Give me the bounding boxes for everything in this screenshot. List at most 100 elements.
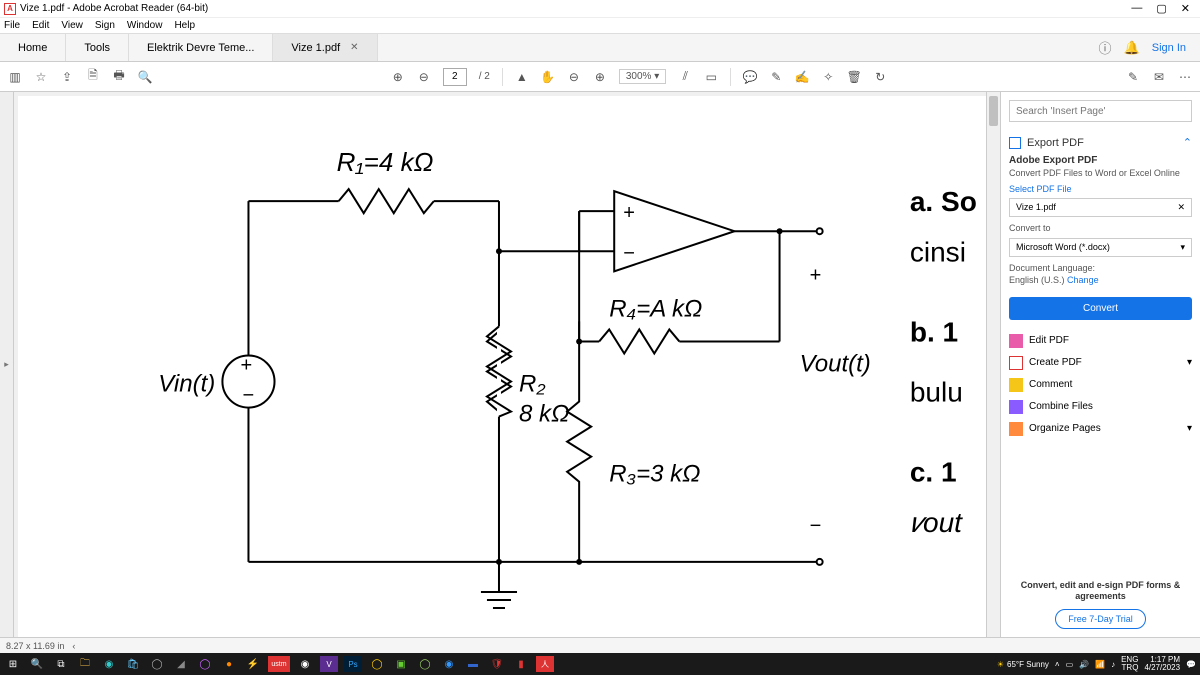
menu-window[interactable]: Window — [127, 20, 163, 31]
sound-icon[interactable]: 🔊 — [1079, 660, 1089, 669]
collapse-panel-icon[interactable]: ▸ — [1000, 362, 1001, 386]
page-down-icon[interactable]: ⊖ — [417, 70, 431, 84]
app-icon-6[interactable]: ◯ — [368, 656, 386, 672]
steam-icon[interactable]: ◢ — [172, 656, 190, 672]
tool-combine[interactable]: Combine Files — [1009, 396, 1192, 418]
comment-icon[interactable]: 💬 — [743, 70, 757, 84]
tool-edit-pdf[interactable]: Edit PDF — [1009, 330, 1192, 352]
menu-view[interactable]: View — [61, 20, 83, 31]
tray-chevron-icon[interactable]: ˄ — [1055, 660, 1060, 669]
format-select[interactable]: Microsoft Word (*.docx)▾ — [1009, 238, 1192, 257]
document-area[interactable]: Vin(t) R₁=4 kΩ R₂ 8 kΩ R₃=3 kΩ R₄=A kΩ V… — [14, 92, 1000, 637]
weather-widget[interactable]: ☀65°F Sunny — [997, 660, 1049, 669]
taskbar-search-icon[interactable]: 🔍 — [28, 656, 46, 672]
app-icon-9[interactable]: ◉ — [440, 656, 458, 672]
sign-in-link[interactable]: Sign In — [1152, 42, 1186, 54]
tool-organize[interactable]: Organize Pages▾ — [1009, 418, 1192, 440]
close-tab-icon[interactable]: ✕ — [350, 42, 358, 53]
cloud-up-icon[interactable]: ⇪ — [60, 70, 74, 84]
tab-tools[interactable]: Tools — [66, 34, 129, 61]
acrobat-taskbar-icon[interactable]: 人 — [536, 656, 554, 672]
clear-file-icon[interactable]: ✕ — [1177, 202, 1185, 213]
stamp-icon[interactable]: ✧ — [821, 70, 835, 84]
chrome-icon[interactable]: ◉ — [296, 656, 314, 672]
menu-edit[interactable]: Edit — [32, 20, 49, 31]
selected-file[interactable]: Vize 1.pdf ✕ — [1009, 198, 1192, 217]
menu-sign[interactable]: Sign — [95, 20, 115, 31]
ps-icon[interactable]: Ps — [344, 656, 362, 672]
clock[interactable]: 1:17 PM4/27/2023 — [1144, 656, 1180, 672]
highlight-icon[interactable]: ✎ — [769, 70, 783, 84]
tool-comment[interactable]: Comment — [1009, 374, 1192, 396]
zoom-level[interactable]: 300% ▾ — [619, 69, 666, 84]
minimize-button[interactable]: — — [1131, 2, 1142, 15]
explorer-icon[interactable]: 🗀 — [76, 656, 94, 672]
left-gutter[interactable]: ▸ — [0, 92, 14, 637]
more-icon[interactable]: ⋯ — [1178, 70, 1192, 84]
bell-icon[interactable]: 🔔 — [1124, 40, 1140, 56]
tab-home[interactable]: Home — [0, 34, 66, 61]
help-icon[interactable]: ⓘ — [1099, 38, 1112, 57]
language-indicator[interactable]: ENGTRQ — [1121, 656, 1138, 672]
vs-icon[interactable]: V — [320, 656, 338, 672]
fit-page-icon[interactable]: ▭ — [704, 70, 718, 84]
edge-icon[interactable]: ◉ — [100, 656, 118, 672]
search-icon[interactable]: 🔍 — [138, 70, 152, 84]
app-icon-10[interactable]: ▬ — [464, 656, 482, 672]
select-file-link[interactable]: Select PDF File — [1009, 184, 1192, 194]
app-icon-5[interactable]: ustm — [268, 656, 290, 672]
app-icon-3[interactable]: ● — [220, 656, 238, 672]
change-lang-link[interactable]: Change — [1067, 275, 1099, 285]
app-icon-4[interactable]: ⚡ — [244, 656, 262, 672]
hand-icon[interactable]: ✋ — [541, 70, 555, 84]
menu-file[interactable]: File — [4, 20, 20, 31]
tools-search-input[interactable] — [1009, 100, 1192, 122]
vertical-scrollbar[interactable] — [986, 92, 1000, 637]
rotate-icon[interactable]: ↻ — [873, 70, 887, 84]
menu-help[interactable]: Help — [174, 20, 195, 31]
right-tools-panel: ▸ Export PDF ⌃ Adobe Export PDF Convert … — [1000, 92, 1200, 637]
export-pdf-header[interactable]: Export PDF ⌃ — [1009, 136, 1192, 149]
star-icon[interactable]: ☆ — [34, 70, 48, 84]
start-button[interactable]: ⊞ — [4, 656, 22, 672]
maximize-button[interactable]: ▢ — [1156, 2, 1166, 15]
print-icon[interactable]: 🖶 — [112, 70, 126, 84]
convert-to-label: Convert to — [1009, 223, 1192, 235]
convert-button[interactable]: Convert — [1009, 297, 1192, 320]
page-number-input[interactable] — [443, 68, 467, 86]
create-icon — [1009, 356, 1023, 370]
tab-doc2[interactable]: Vize 1.pdf✕ — [273, 34, 377, 61]
app-icon-7[interactable]: ▣ — [392, 656, 410, 672]
task-view-icon[interactable]: ⧉ — [52, 656, 70, 672]
store-icon[interactable]: 🛍 — [124, 656, 142, 672]
page-up-icon[interactable]: ⊕ — [391, 70, 405, 84]
close-button[interactable]: ✕ — [1181, 2, 1190, 15]
battery-icon[interactable]: ▭ — [1066, 660, 1074, 669]
tab-home-label: Home — [18, 42, 47, 54]
status-chevron-icon[interactable]: ‹ — [72, 641, 75, 651]
save-icon[interactable]: 🗎 — [86, 70, 100, 84]
edit-icon — [1009, 334, 1023, 348]
app-icon-8[interactable]: ◯ — [416, 656, 434, 672]
label-r2a: R₂ — [519, 371, 546, 398]
tray-icon[interactable]: ♪ — [1111, 660, 1115, 669]
app-icon-12[interactable]: ▮ — [512, 656, 530, 672]
app-icon-1[interactable]: ◯ — [148, 656, 166, 672]
tool-create-pdf[interactable]: Create PDF▾ — [1009, 352, 1192, 374]
wifi-icon[interactable]: 📶 — [1095, 660, 1105, 669]
app-icon-2[interactable]: ◯ — [196, 656, 214, 672]
title-bar: A Vize 1.pdf - Adobe Acrobat Reader (64-… — [0, 0, 1200, 18]
app-icon-11[interactable]: 🛡 — [488, 656, 506, 672]
delete-icon[interactable]: 🗑 — [847, 70, 861, 84]
sidebar-toggle-icon[interactable]: ▥ — [8, 70, 22, 84]
sign-icon[interactable]: ✍ — [795, 70, 809, 84]
tab-doc1[interactable]: Elektrik Devre Teme... — [129, 34, 273, 61]
pointer-icon[interactable]: ▲ — [515, 70, 529, 84]
fit-width-icon[interactable]: ⫽ — [678, 70, 692, 84]
notifications-icon[interactable]: 💬 — [1186, 660, 1196, 669]
zoom-out-icon[interactable]: ⊖ — [567, 70, 581, 84]
zoom-in-icon[interactable]: ⊕ — [593, 70, 607, 84]
share-icon[interactable]: ✎ — [1126, 70, 1140, 84]
free-trial-button[interactable]: Free 7-Day Trial — [1055, 609, 1146, 629]
email-icon[interactable]: ✉ — [1152, 70, 1166, 84]
